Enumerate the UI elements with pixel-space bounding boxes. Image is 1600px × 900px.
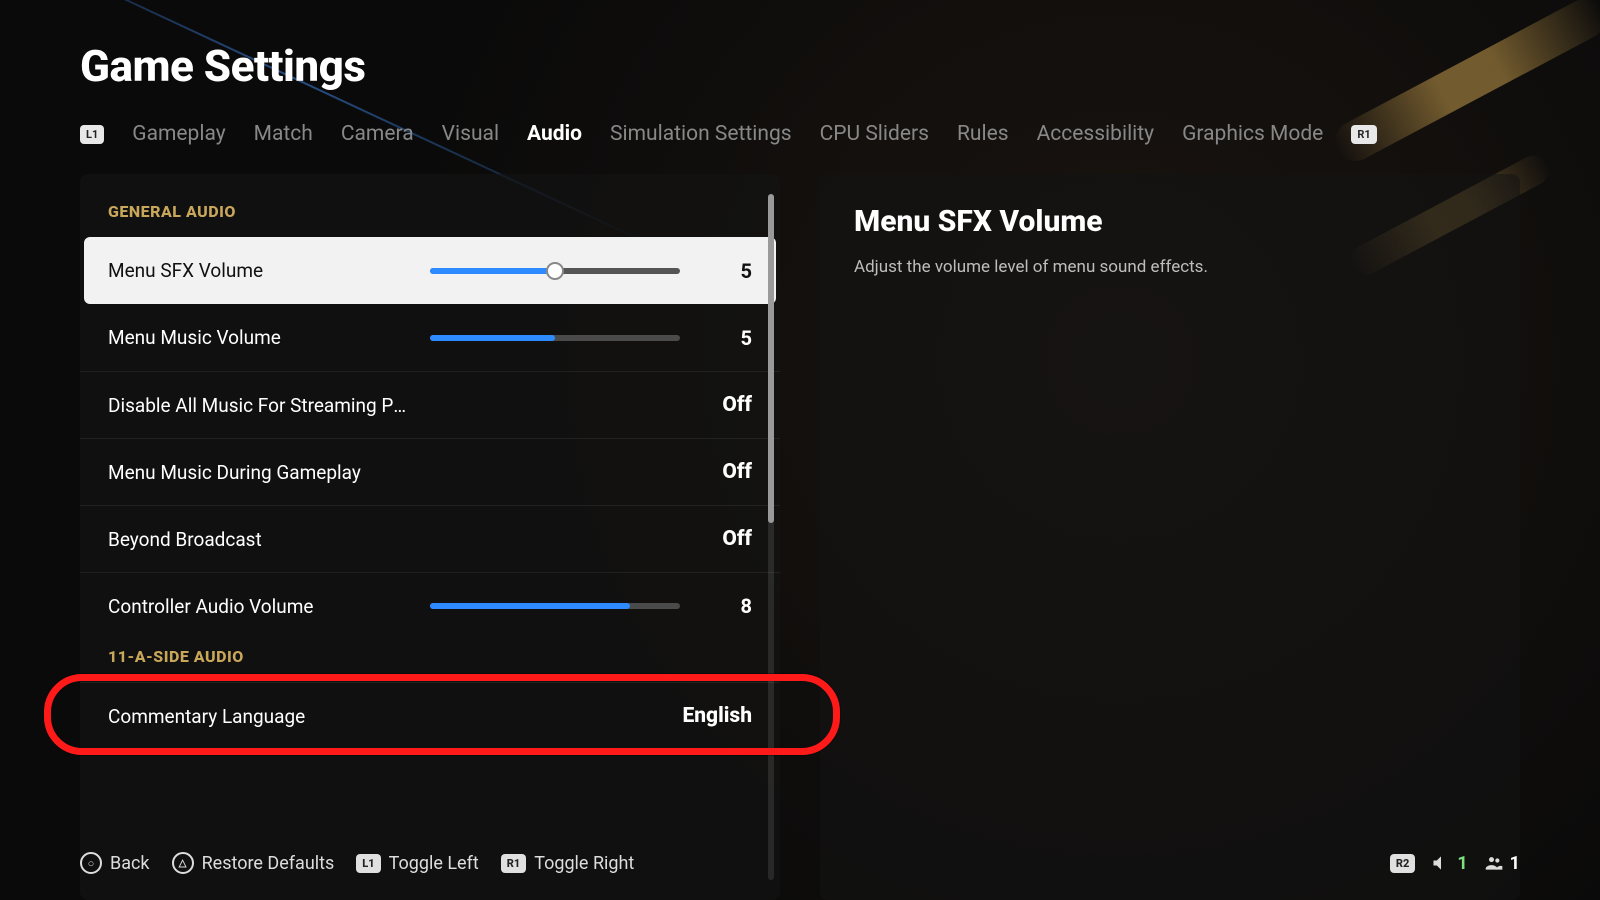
setting-label: Beyond Broadcast (108, 528, 408, 551)
setting-label: Menu Music During Gameplay (108, 461, 408, 484)
audio-stat: 1 (1431, 853, 1467, 874)
slider[interactable] (430, 268, 680, 274)
setting-row-commentary-language[interactable]: Commentary Language English (80, 682, 780, 749)
setting-row-menu-music-during-gameplay[interactable]: Menu Music During Gameplay Off (80, 438, 780, 505)
r1-chip-icon: R1 (501, 854, 526, 873)
setting-row-menu-music-volume[interactable]: Menu Music Volume 5 (80, 304, 780, 371)
tab-cpu-sliders[interactable]: CPU Sliders (820, 122, 929, 146)
setting-label: Disable All Music For Streaming Pu… (108, 394, 408, 417)
slider-knob[interactable] (546, 262, 564, 280)
party-stat-value: 1 (1510, 853, 1520, 874)
restore-defaults-button[interactable]: △ Restore Defaults (172, 852, 335, 874)
toggle-value: Off (722, 527, 752, 551)
tab-accessibility[interactable]: Accessibility (1037, 122, 1155, 146)
info-panel: Menu SFX Volume Adjust the volume level … (820, 174, 1520, 900)
scrollbar[interactable] (768, 194, 774, 880)
tab-graphics-mode[interactable]: Graphics Mode (1182, 122, 1323, 146)
slider-value: 5 (692, 259, 752, 283)
toggle-right-label: Toggle Right (534, 853, 634, 874)
section-header: 11-A-SIDE AUDIO (80, 639, 780, 682)
speaker-icon (1431, 853, 1451, 873)
people-icon (1484, 853, 1504, 873)
setting-row-beyond-broadcast[interactable]: Beyond Broadcast Off (80, 505, 780, 572)
footer-bar: ○ Back △ Restore Defaults L1 Toggle Left… (80, 852, 1520, 874)
toggle-left-label: Toggle Left (389, 853, 479, 874)
r1-bumper-icon[interactable]: R1 (1351, 125, 1376, 144)
setting-row-menu-sfx-volume[interactable]: Menu SFX Volume 5 (84, 237, 776, 304)
info-description: Adjust the volume level of menu sound ef… (854, 257, 1486, 277)
restore-label: Restore Defaults (202, 853, 335, 874)
slider-value: 5 (692, 326, 752, 350)
back-button[interactable]: ○ Back (80, 852, 150, 874)
tab-rules[interactable]: Rules (957, 122, 1009, 146)
scrollbar-thumb[interactable] (768, 194, 774, 523)
setting-label: Menu Music Volume (108, 326, 408, 349)
tab-match[interactable]: Match (254, 122, 313, 146)
tab-camera[interactable]: Camera (341, 122, 414, 146)
tab-audio[interactable]: Audio (527, 122, 582, 146)
l1-chip-icon: L1 (356, 854, 380, 873)
slider[interactable] (430, 335, 680, 341)
tabs-row: L1 Gameplay Match Camera Visual Audio Simulat… (80, 122, 1520, 146)
toggle-right-button[interactable]: R1 Toggle Right (501, 853, 635, 874)
page-title: Game Settings (80, 40, 1520, 92)
tab-gameplay[interactable]: Gameplay (132, 122, 225, 146)
settings-panel: GENERAL AUDIOMenu SFX Volume5Menu Music … (80, 174, 780, 900)
info-title: Menu SFX Volume (854, 204, 1486, 239)
toggle-left-button[interactable]: L1 Toggle Left (356, 853, 478, 874)
r2-chip-icon: R2 (1390, 854, 1415, 873)
setting-label: Menu SFX Volume (108, 259, 408, 282)
setting-label: Commentary Language (108, 705, 408, 728)
section-header: GENERAL AUDIO (80, 194, 780, 237)
setting-row-controller-audio-volume[interactable]: Controller Audio Volume 8 (80, 572, 780, 639)
setting-label: Controller Audio Volume (108, 595, 408, 618)
party-stat: 1 (1484, 853, 1520, 874)
tab-visual[interactable]: Visual (442, 122, 499, 146)
circle-icon: ○ (80, 852, 102, 874)
triangle-icon: △ (172, 852, 194, 874)
slider[interactable] (430, 603, 680, 609)
setting-row-disable-all-music-for-streaming-pu[interactable]: Disable All Music For Streaming Pu… Off (80, 371, 780, 438)
enum-value: English (682, 704, 752, 728)
toggle-value: Off (722, 460, 752, 484)
back-label: Back (110, 853, 150, 874)
l1-bumper-icon[interactable]: L1 (80, 125, 104, 144)
tab-simulation-settings[interactable]: Simulation Settings (610, 122, 792, 146)
audio-stat-value: 1 (1457, 853, 1467, 874)
toggle-value: Off (722, 393, 752, 417)
slider-value: 8 (692, 594, 752, 618)
